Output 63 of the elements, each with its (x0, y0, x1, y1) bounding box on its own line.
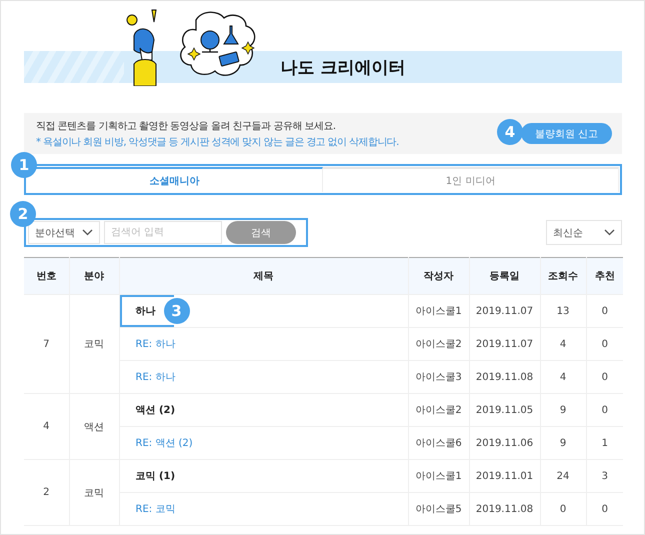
table-cell: 24 (540, 460, 586, 492)
table-cell: 2019.11.06 (469, 426, 540, 460)
table-cell: 7 (24, 294, 69, 394)
table-cell: 아이스쿨1 (408, 294, 469, 328)
table-cell: 아이스쿨2 (408, 328, 469, 360)
table-cell: 액션 (69, 394, 119, 460)
callout-badge: 3 (164, 298, 190, 324)
table-cell: 4 (540, 328, 586, 360)
post-title-link[interactable]: RE: 하나 (136, 370, 176, 384)
table-cell: 코믹 (69, 460, 119, 526)
callout-badge: 2 (10, 201, 36, 227)
table-cell: 0 (586, 294, 623, 328)
table-cell: 아이스쿨2 (408, 394, 469, 426)
chevron-down-icon (82, 229, 93, 236)
table-cell: 아이스쿨1 (408, 460, 469, 492)
table-cell: 아이스쿨6 (408, 426, 469, 460)
table-cell: 0 (586, 328, 623, 360)
column-header: 분야 (69, 258, 119, 294)
table-cell: 2019.11.01 (469, 460, 540, 492)
warning-text: * 욕설이나 회원 비방, 악성댓글 등 게시판 성격에 맞지 않는 글은 경고 없이 삭제합니다. (36, 136, 399, 148)
table-cell: 아이스쿨3 (408, 360, 469, 394)
callout-badge: 4 (497, 119, 523, 145)
table-cell: 9 (540, 394, 586, 426)
post-title-link[interactable]: RE: 액션 (2) (136, 436, 193, 450)
table-cell: 0 (586, 394, 623, 426)
post-title-link[interactable]: 하나 (136, 304, 156, 318)
table-cell: 2019.11.08 (469, 360, 540, 394)
table-cell: 0 (586, 492, 623, 526)
category-dropdown[interactable]: 분야선택 (28, 221, 100, 244)
table-cell: 3 (586, 460, 623, 492)
table-cell: 2019.11.07 (469, 294, 540, 328)
table-cell: 2019.11.08 (469, 492, 540, 526)
chevron-down-icon (604, 229, 615, 236)
table-cell: 1 (586, 426, 623, 460)
table-cell: 2 (24, 460, 69, 526)
column-header: 등록일 (469, 258, 540, 294)
column-header: 추천 (586, 258, 623, 294)
table-cell: 13 (540, 294, 586, 328)
notice-text: 직접 콘텐츠를 기획하고 촬영한 동영상을 올려 친구들과 공유해 보세요. (36, 120, 336, 132)
column-header: 조회수 (540, 258, 586, 294)
page-title: 나도 크리에이터 (280, 56, 406, 78)
callout-badge: 1 (11, 152, 37, 178)
post-title-link[interactable]: 액션 (2) (136, 403, 176, 417)
post-title-link[interactable]: RE: 코믹 (136, 502, 176, 516)
table-cell: 9 (540, 426, 586, 460)
table-cell: 0 (586, 360, 623, 394)
column-header: 번호 (24, 258, 69, 294)
column-header: 제목 (119, 258, 408, 294)
table-cell: 2019.11.07 (469, 328, 540, 360)
search-field[interactable]: 검색어 입력 (104, 221, 222, 244)
tab[interactable]: 1인 미디어 (323, 167, 619, 192)
table-cell: 4 (24, 394, 69, 460)
sort-dropdown[interactable]: 최신순 (546, 220, 622, 245)
post-title-link[interactable]: 코믹 (1) (136, 469, 176, 483)
table-cell: 0 (540, 492, 586, 526)
post-title-link[interactable]: RE: 하나 (136, 337, 176, 351)
column-header: 작성자 (408, 258, 469, 294)
table-cell: 코믹 (69, 294, 119, 394)
report-button[interactable]: 불량회원 신고 (520, 123, 612, 144)
table-cell: 2019.11.05 (469, 394, 540, 426)
table-cell: 아이스쿨5 (408, 492, 469, 526)
search-button[interactable]: 검색 (226, 221, 296, 244)
table-cell: 4 (540, 360, 586, 394)
